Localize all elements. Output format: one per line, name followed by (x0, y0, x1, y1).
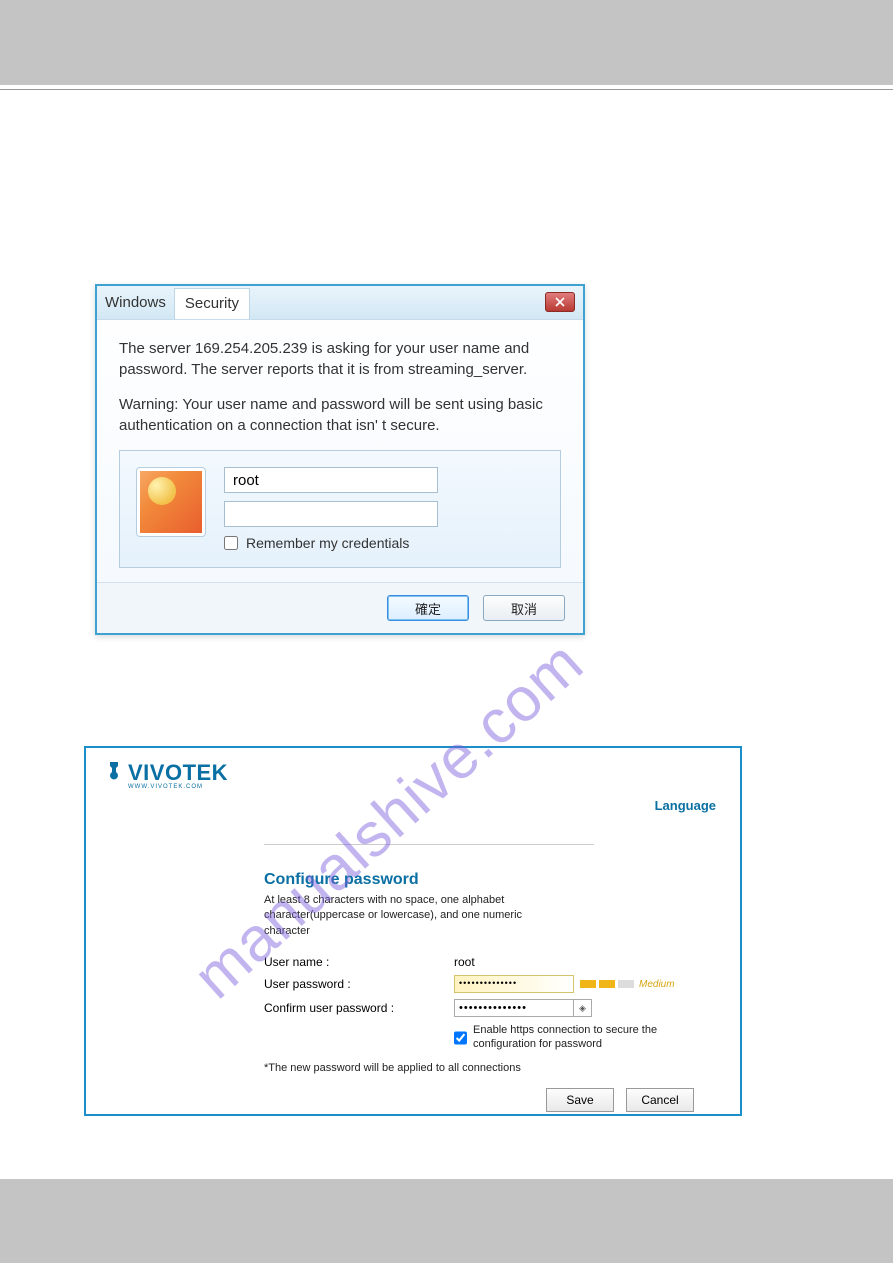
username-label: User name : (264, 955, 454, 969)
dialog-message-1: The server 169.254.205.239 is asking for… (119, 338, 561, 380)
user-avatar-icon (136, 467, 206, 537)
confirm-password-label: Confirm user password : (264, 1001, 454, 1015)
close-icon (555, 297, 565, 307)
user-password-label: User password : (264, 977, 454, 991)
page-header-bar (0, 0, 893, 85)
form-heading: Configure password (264, 871, 704, 889)
strength-bar-3 (618, 980, 634, 988)
form-divider (264, 844, 594, 845)
vivotek-logo-icon (104, 760, 124, 786)
confirm-password-row: Confirm user password : ◈ (264, 999, 704, 1017)
confirm-password-input[interactable] (454, 999, 574, 1017)
cancel-button-viv[interactable]: Cancel (626, 1088, 694, 1112)
close-button[interactable] (545, 292, 575, 312)
https-row: Enable https connection to secure the co… (454, 1023, 704, 1052)
configure-password-form: Configure password At least 8 characters… (264, 844, 704, 1112)
user-password-row: User password : •••••••••••••• Medium (264, 975, 704, 993)
form-note: *The new password will be applied to all… (264, 1062, 704, 1074)
credential-fields: Remember my credentials (224, 467, 544, 551)
ok-button[interactable]: 確定 (387, 595, 469, 621)
form-actions: Save Cancel (264, 1088, 704, 1112)
dialog-message-2: Warning: Your user name and password wil… (119, 394, 561, 436)
strength-label: Medium (639, 979, 675, 990)
vivotek-logo-text: VIVOTEK (128, 760, 228, 786)
password-input[interactable] (224, 501, 438, 527)
strength-bar-1 (580, 980, 596, 988)
username-row: User name : root (264, 955, 704, 969)
vivotek-logo: VIVOTEK (104, 760, 722, 786)
vivotek-panel: VIVOTEK WWW.VIVOTEK.COM Language Configu… (84, 746, 742, 1116)
username-value: root (454, 955, 475, 969)
titlebar-text-1: Windows (97, 294, 174, 311)
titlebar-text-2: Security (174, 288, 250, 319)
windows-security-dialog: Windows Security The server 169.254.205.… (95, 284, 585, 635)
credentials-panel: Remember my credentials (119, 450, 561, 568)
save-button[interactable]: Save (546, 1088, 614, 1112)
dialog-message: The server 169.254.205.239 is asking for… (119, 338, 561, 436)
password-strength-meter: Medium (580, 979, 675, 990)
cancel-button[interactable]: 取消 (483, 595, 565, 621)
page-footer-bar (0, 1179, 893, 1263)
remember-credentials-row[interactable]: Remember my credentials (224, 535, 544, 551)
remember-checkbox[interactable] (224, 536, 238, 550)
https-label: Enable https connection to secure the co… (473, 1023, 704, 1052)
username-input[interactable] (224, 467, 438, 493)
remember-label: Remember my credentials (246, 535, 409, 551)
form-description: At least 8 characters with no space, one… (264, 893, 544, 939)
dialog-footer: 確定 取消 (97, 582, 583, 633)
dialog-titlebar: Windows Security (97, 286, 583, 320)
page-header-rule (0, 89, 893, 90)
user-password-input[interactable]: •••••••••••••• (454, 975, 574, 993)
dialog-body: The server 169.254.205.239 is asking for… (97, 320, 583, 568)
language-link[interactable]: Language (655, 798, 716, 813)
strength-bar-2 (599, 980, 615, 988)
https-checkbox[interactable] (454, 1024, 467, 1052)
reveal-password-icon[interactable]: ◈ (574, 999, 592, 1017)
